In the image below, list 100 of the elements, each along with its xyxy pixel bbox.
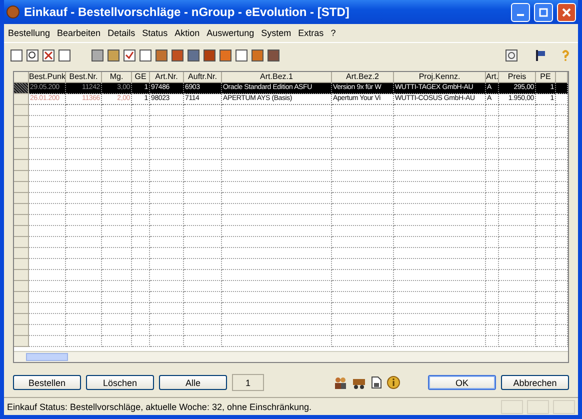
empty-cell <box>132 303 150 314</box>
empty-cell <box>536 171 556 182</box>
empty-cell <box>536 215 556 226</box>
column-header[interactable]: Art.Bez.2 <box>332 72 394 83</box>
menu-item[interactable]: Details <box>108 28 136 38</box>
empty-cell <box>556 336 568 347</box>
empty-cell <box>486 105 499 116</box>
action-button[interactable]: Alle <box>159 375 227 390</box>
minimize-icon <box>517 14 524 16</box>
empty-cell <box>132 325 150 336</box>
empty-cell <box>556 314 568 325</box>
empty-cell <box>184 171 222 182</box>
flag-icon[interactable] <box>534 48 547 62</box>
empty-cell <box>102 160 132 171</box>
column-header[interactable]: Art. <box>486 72 499 83</box>
empty-cell <box>102 325 132 336</box>
column-header[interactable]: Preis <box>499 72 536 83</box>
close-button[interactable] <box>557 2 576 22</box>
count-field: 1 <box>232 374 264 391</box>
empty-cell <box>184 270 222 281</box>
delete-icon[interactable] <box>42 48 55 62</box>
empty-cell <box>184 105 222 116</box>
empty-cell <box>66 182 102 193</box>
menu-item[interactable]: Aktion <box>174 28 200 38</box>
empty-cell <box>66 171 102 182</box>
empty-cell <box>556 160 568 171</box>
empty-cell <box>499 204 536 215</box>
menu-item[interactable]: Auswertung <box>206 28 254 38</box>
empty-cell <box>536 270 556 281</box>
menu-item[interactable]: Bestellung <box>8 28 50 38</box>
column-header[interactable]: Best.Nr. <box>66 72 102 83</box>
empty-cell <box>150 226 184 237</box>
empty-cell <box>332 314 394 325</box>
grid-corner <box>14 72 29 83</box>
empty-cell <box>332 149 394 160</box>
dialog-button[interactable]: OK <box>428 375 496 390</box>
column-header[interactable]: Art.Nr. <box>150 72 184 83</box>
menu-item[interactable]: ? <box>330 28 336 38</box>
maximize-button[interactable] <box>534 2 553 22</box>
empty-cell <box>102 215 132 226</box>
action-button[interactable]: Bestellen <box>13 375 81 390</box>
empty-cell <box>556 116 568 127</box>
empty-cell <box>332 325 394 336</box>
empty-cell <box>332 105 394 116</box>
status-pane <box>527 400 549 414</box>
menu-item[interactable]: Status <box>142 28 168 38</box>
search-icon[interactable] <box>26 48 39 62</box>
empty-cell <box>499 149 536 160</box>
column-header[interactable]: Auftr.Nr. <box>184 72 222 83</box>
empty-cell <box>486 160 499 171</box>
empty-cell <box>332 171 394 182</box>
minimize-button[interactable] <box>511 2 530 22</box>
empty-cell <box>536 248 556 259</box>
empty-cell <box>132 270 150 281</box>
empty-cell <box>184 303 222 314</box>
menu-item[interactable]: System <box>261 28 292 38</box>
action-button[interactable]: Löschen <box>86 375 154 390</box>
empty-cell <box>184 182 222 193</box>
empty-cell <box>66 193 102 204</box>
menu-item[interactable]: Extras <box>298 28 324 38</box>
column-header[interactable]: Mg. <box>102 72 132 83</box>
empty-cell <box>132 259 150 270</box>
empty-cell <box>132 193 150 204</box>
empty-cell <box>332 270 394 281</box>
empty-cell <box>486 259 499 270</box>
empty-cell <box>536 237 556 248</box>
maximize-icon <box>539 8 548 16</box>
check-icon[interactable] <box>123 48 136 62</box>
column-header[interactable]: Art.Bez.1 <box>222 72 332 83</box>
people-icon[interactable] <box>334 376 347 389</box>
menu-item[interactable]: Bearbeiten <box>57 28 101 38</box>
empty-cell <box>132 149 150 160</box>
empty-cell <box>499 138 536 149</box>
empty-cell <box>486 116 499 127</box>
empty-cell <box>332 215 394 226</box>
empty-cell <box>536 325 556 336</box>
empty-cell <box>556 248 568 259</box>
column-header[interactable]: Proj.Kennz. <box>394 72 486 83</box>
dialog-button[interactable]: Abbrechen <box>501 375 569 390</box>
row-header[interactable] <box>14 83 29 94</box>
horizontal-scrollbar[interactable] <box>14 351 568 362</box>
column-header[interactable]: PE <box>536 72 556 83</box>
empty-cell <box>132 281 150 292</box>
empty-cell <box>536 127 556 138</box>
empty-cell <box>184 193 222 204</box>
empty-cell <box>66 259 102 270</box>
empty-cell <box>556 138 568 149</box>
empty-cell <box>499 248 536 259</box>
empty-cell <box>486 149 499 160</box>
empty-cell <box>499 215 536 226</box>
empty-cell <box>132 160 150 171</box>
empty-cell <box>102 204 132 215</box>
truck-icon[interactable] <box>352 376 366 389</box>
empty-cell <box>102 314 132 325</box>
info-icon[interactable] <box>387 376 400 389</box>
status-text: Einkauf Status: Bestellvorschläge, aktuelle Woche: 32, ohne Einschränkung. <box>7 402 313 412</box>
empty-cell <box>556 171 568 182</box>
empty-cell <box>332 226 394 237</box>
empty-cell <box>132 116 150 127</box>
column-header[interactable]: GE <box>132 72 150 83</box>
